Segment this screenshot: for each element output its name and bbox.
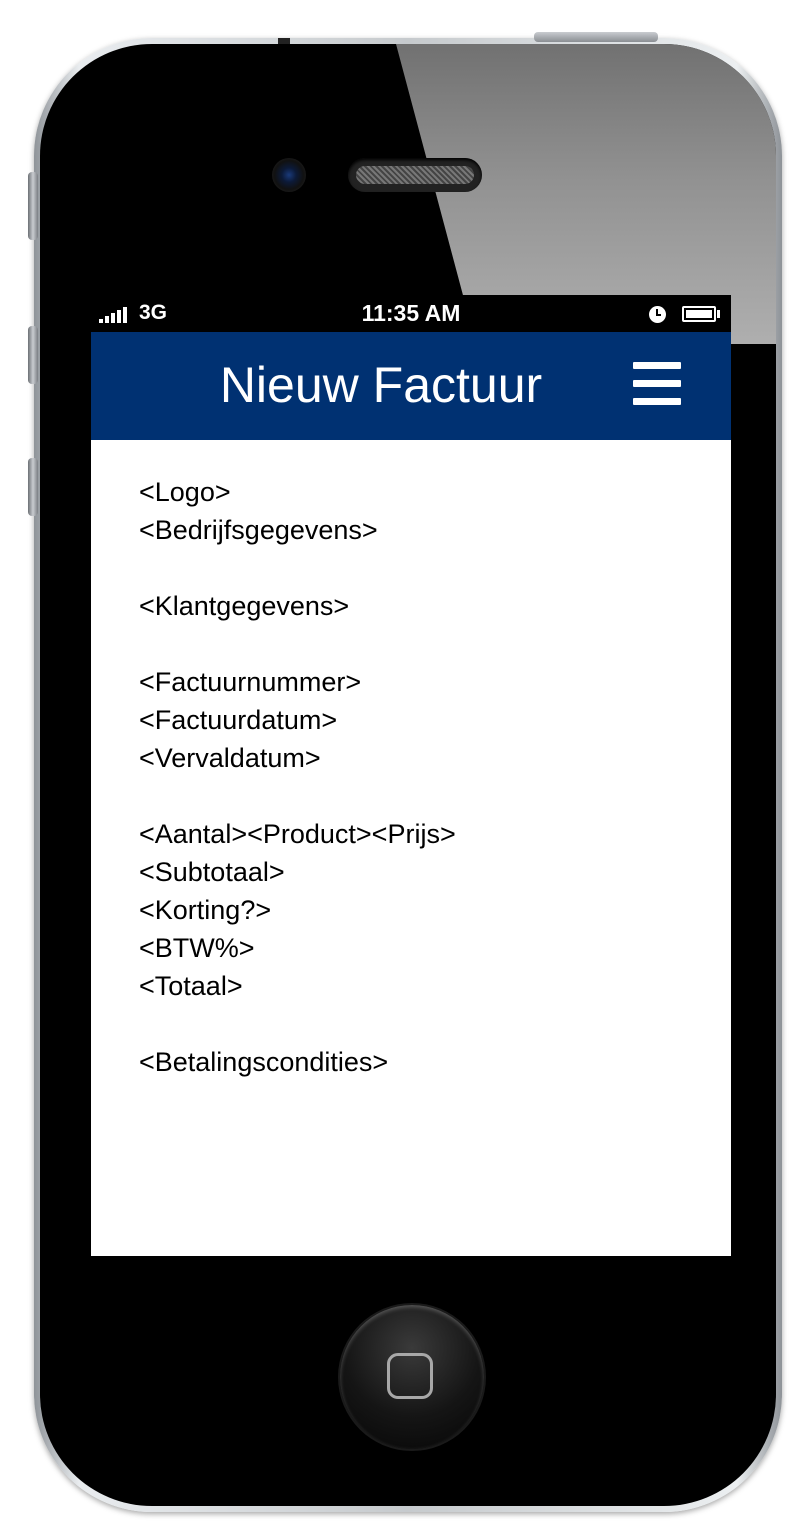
template-field: <Vervaldatum> <box>139 743 321 773</box>
home-square-icon <box>387 1353 433 1399</box>
template-field: <Korting?> <box>139 895 272 925</box>
template-field: <Subtotaal> <box>139 857 285 887</box>
template-field: <Bedrijfsgegevens> <box>139 515 378 545</box>
status-bar: 3G 11:35 AM <box>91 295 731 332</box>
page-title: Nieuw Factuur <box>219 357 543 413</box>
volume-up-button <box>28 326 38 384</box>
template-field: <Factuurdatum> <box>139 705 338 735</box>
earpiece-speaker <box>348 158 482 192</box>
battery-icon <box>682 306 716 322</box>
template-field: <BTW%> <box>139 933 255 963</box>
hamburger-menu-icon[interactable] <box>633 362 681 406</box>
power-button <box>534 32 658 42</box>
invoice-template: <Logo> <Bedrijfsgegevens> <Klantgegevens> <… <box>139 473 456 1081</box>
status-time: 11:35 AM <box>361 300 461 326</box>
front-camera-icon <box>272 158 306 192</box>
template-field: <Klantgegevens> <box>139 591 350 621</box>
antenna-gap <box>278 38 290 44</box>
home-button[interactable] <box>340 1305 484 1449</box>
phone-screen: 3G 11:35 AM Nieuw Factuur <Logo> <Bedrijf… <box>91 295 731 1256</box>
alarm-clock-icon <box>649 306 666 323</box>
template-field: <Betalingscondities> <box>139 1047 389 1077</box>
app-header: Nieuw Factuur <box>91 332 731 440</box>
template-field: <Logo> <box>139 477 231 507</box>
template-field: <Factuurnummer> <box>139 667 362 697</box>
template-field: <Totaal> <box>139 971 243 1001</box>
volume-down-button <box>28 458 38 516</box>
mute-switch <box>28 172 38 240</box>
template-field: <Aantal><Product><Prijs> <box>139 819 456 849</box>
